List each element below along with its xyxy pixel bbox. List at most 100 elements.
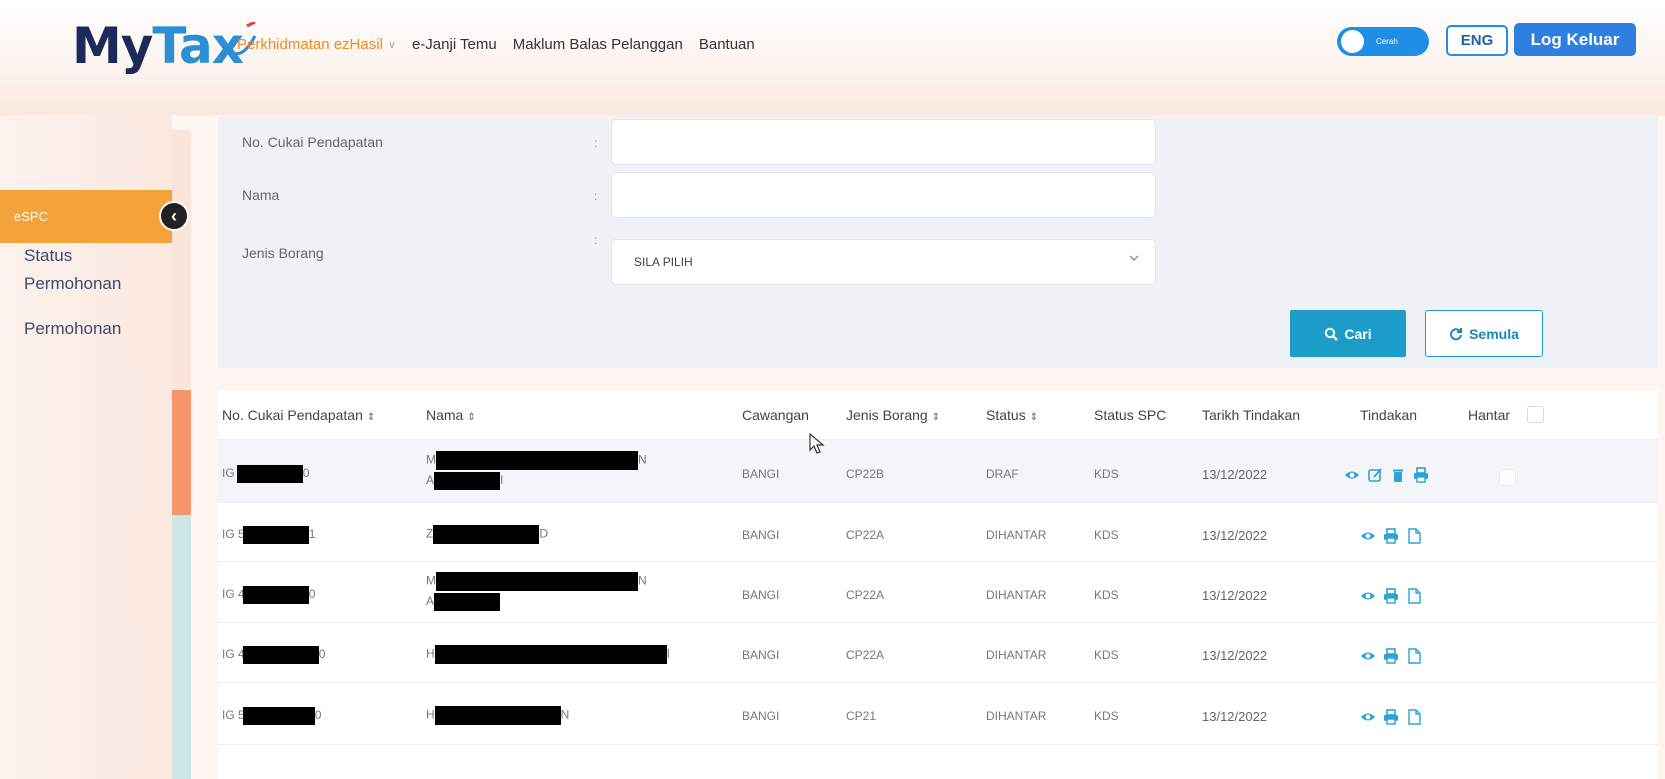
col-header-status[interactable]: Status ⇕	[986, 407, 1038, 423]
redacted-block	[434, 645, 667, 664]
search-icon	[1325, 327, 1339, 341]
sidebar-item-permohonan[interactable]: Permohonan	[24, 315, 121, 343]
cell-status-spc: KDS	[1094, 648, 1119, 662]
theme-toggle[interactable]: Cerah	[1337, 27, 1429, 56]
form-type-select[interactable]: SILA PILIH	[611, 239, 1156, 285]
table-row[interactable]: IG 4 0 M N A I BANGI CP22B DRAF KDS 13/12/2022	[218, 440, 1658, 503]
tax-suffix: 0	[314, 708, 322, 723]
name-start: H	[426, 707, 435, 722]
name-end: D	[539, 526, 549, 541]
redacted-block	[433, 525, 540, 544]
results-table: No. Cukai Pendapatan ⇕ Nama ⇕ Cawangan Jen…	[218, 390, 1658, 779]
cell-action-date: 13/12/2022	[1202, 709, 1268, 724]
nav-maklum-balas-pelanggan[interactable]: Maklum Balas Pelanggan	[513, 36, 683, 53]
print-icon[interactable]	[1413, 467, 1429, 483]
cell-income-tax: IG 5 1	[222, 526, 315, 544]
reset-button[interactable]: Semula	[1425, 310, 1543, 357]
cell-status-spc: KDS	[1094, 528, 1119, 542]
redacted-block	[242, 646, 319, 664]
tax-prefix: IG 5	[222, 527, 245, 542]
document-icon[interactable]	[1406, 528, 1422, 544]
search-form-panel: No. Cukai Pendapatan : Nama : Jenis Bora…	[218, 115, 1658, 368]
redacted-block	[236, 465, 303, 483]
eye-icon[interactable]	[1360, 588, 1376, 604]
print-icon[interactable]	[1383, 648, 1399, 664]
table-row[interactable]: IG 4 0 M N A BANGI CP22A DIHANTAR KDS 13/12/2022	[218, 562, 1658, 623]
col-header-label: No. Cukai Pendapatan	[222, 407, 363, 423]
sort-icon: ⇕	[931, 412, 941, 423]
table-header-row: No. Cukai Pendapatan ⇕ Nama ⇕ Cawangan Jen…	[218, 390, 1658, 440]
edit-icon[interactable]	[1367, 467, 1383, 483]
income-tax-input[interactable]	[611, 119, 1156, 165]
tax-suffix: 1	[308, 527, 316, 542]
nav-bantuan[interactable]: Bantuan	[699, 36, 755, 53]
cell-name: M N A	[426, 572, 647, 611]
col-header-branch: Cawangan	[742, 407, 809, 423]
table-row[interactable]: IG 5 0 H N BANGI CP21 DIHANTAR KDS 13/12/2022	[218, 683, 1658, 745]
document-icon[interactable]	[1406, 709, 1422, 725]
nav-perkhidmatan-ezhasil[interactable]: Perkhidmatan ezHasil ∨	[237, 36, 396, 53]
row-actions	[1360, 648, 1422, 664]
col-header-label: Status	[986, 407, 1026, 423]
document-icon[interactable]	[1406, 588, 1422, 604]
print-icon[interactable]	[1383, 588, 1399, 604]
form-type-colon: :	[594, 233, 598, 247]
document-icon[interactable]	[1406, 648, 1422, 664]
eye-icon[interactable]	[1360, 528, 1376, 544]
mytax-logo[interactable]: My Tax	[72, 16, 257, 76]
col-header-form-type[interactable]: Jenis Borang ⇕	[846, 407, 940, 423]
redacted-block	[436, 572, 638, 591]
logo-tax-text: Tax	[152, 16, 257, 76]
top-header: My Tax Perkhidmatan ezHasil ∨ e-Janji Te…	[0, 0, 1665, 115]
cell-action-date: 13/12/2022	[1202, 467, 1268, 482]
cell-income-tax: IG 40	[222, 646, 325, 664]
name-input[interactable]	[611, 172, 1156, 218]
search-button[interactable]: Cari	[1290, 310, 1406, 357]
tax-prefix: IG 4	[222, 647, 245, 662]
sidebar-item-label-line1: Status	[24, 246, 73, 265]
print-icon[interactable]	[1383, 528, 1399, 544]
col-header-action-date: Tarikh Tindakan	[1202, 407, 1301, 423]
main-nav: Perkhidmatan ezHasil ∨ e-Janji Temu Makl…	[237, 32, 771, 56]
row-submit-checkbox[interactable]	[1499, 469, 1516, 486]
toggle-knob	[1341, 30, 1364, 53]
table-row[interactable]: IG 4 0 H I BANGI CP22A DIHANTAR KDS 13/12/2022	[218, 623, 1658, 683]
redacted-block	[242, 707, 315, 725]
eye-icon[interactable]	[1360, 709, 1376, 725]
reset-button-label: Semula	[1469, 325, 1519, 342]
table-row[interactable]: IG 5 1 Z D BANGI CP22A DIHANTAR KDS 13/12/2022	[218, 503, 1658, 562]
row-actions	[1360, 588, 1422, 604]
cell-income-tax: IG 40	[222, 465, 309, 483]
chevron-down-icon	[1129, 255, 1139, 261]
logout-button[interactable]: Log Keluar	[1514, 23, 1636, 56]
tax-prefix: IG 5	[222, 708, 245, 723]
strip-accent-orange	[172, 390, 191, 515]
sidebar-item-status-permohonan[interactable]: Status Permohonan	[24, 242, 121, 298]
col-header-income-tax[interactable]: No. Cukai Pendapatan ⇕	[222, 407, 375, 423]
cell-name: M N A I	[426, 451, 647, 490]
name-end: N	[638, 573, 647, 588]
eye-icon[interactable]	[1344, 467, 1360, 483]
logo-my-text: My	[72, 17, 153, 75]
print-icon[interactable]	[1383, 709, 1399, 725]
language-button[interactable]: ENG	[1446, 25, 1508, 56]
cell-action-date: 13/12/2022	[1202, 588, 1268, 603]
name-end: N	[560, 707, 570, 722]
name-label: Nama	[242, 187, 280, 203]
cell-branch: BANGI	[742, 709, 780, 723]
refresh-icon	[1450, 327, 1463, 340]
nav-e-janji-temu[interactable]: e-Janji Temu	[412, 36, 497, 53]
sidebar-section-espc[interactable]: eSPC	[0, 190, 172, 243]
name-start: M	[426, 452, 436, 467]
cell-form-type: CP22A	[846, 528, 885, 542]
redacted-block	[242, 526, 309, 544]
tax-suffix: 0	[308, 587, 316, 602]
select-all-checkbox[interactable]	[1527, 406, 1544, 423]
eye-icon[interactable]	[1360, 648, 1376, 664]
trash-icon[interactable]	[1390, 467, 1406, 483]
row-actions	[1360, 709, 1422, 725]
chevron-down-icon: ∨	[387, 38, 396, 51]
search-button-label: Cari	[1344, 325, 1372, 342]
chevron-left-icon[interactable]: ‹	[159, 201, 189, 231]
col-header-name[interactable]: Nama ⇕	[426, 407, 476, 423]
